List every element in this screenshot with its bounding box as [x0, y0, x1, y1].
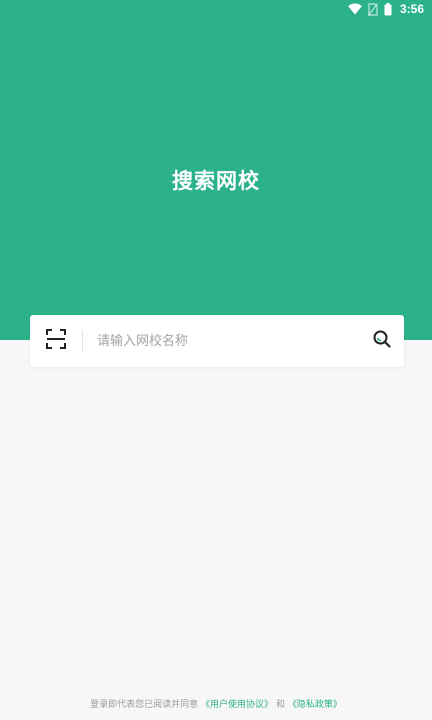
no-sim-icon: [367, 2, 378, 16]
search-button[interactable]: [360, 315, 404, 367]
privacy-policy-link[interactable]: 《隐私政策》: [288, 700, 342, 710]
user-agreement-link[interactable]: 《用户使用协议》: [201, 700, 273, 710]
page-title: 搜索网校: [172, 169, 260, 193]
scan-icon: [46, 329, 66, 353]
header-banner: 3:56 搜索网校: [0, 0, 432, 340]
search-input[interactable]: [83, 315, 360, 367]
search-icon: [373, 330, 391, 352]
agreement-conjunction: 和: [275, 700, 285, 710]
scan-button[interactable]: [30, 315, 82, 367]
status-time: 3:56: [399, 2, 424, 16]
battery-icon: [384, 2, 392, 16]
status-bar: 3:56: [348, 0, 424, 18]
agreement-prefix: 登录即代表您已阅读并同意: [90, 700, 199, 710]
wifi-icon: [348, 3, 362, 15]
search-bar: [30, 315, 404, 367]
agreement-notice: 登录即代表您已阅读并同意 《用户使用协议》 和 《隐私政策》: [0, 697, 432, 710]
